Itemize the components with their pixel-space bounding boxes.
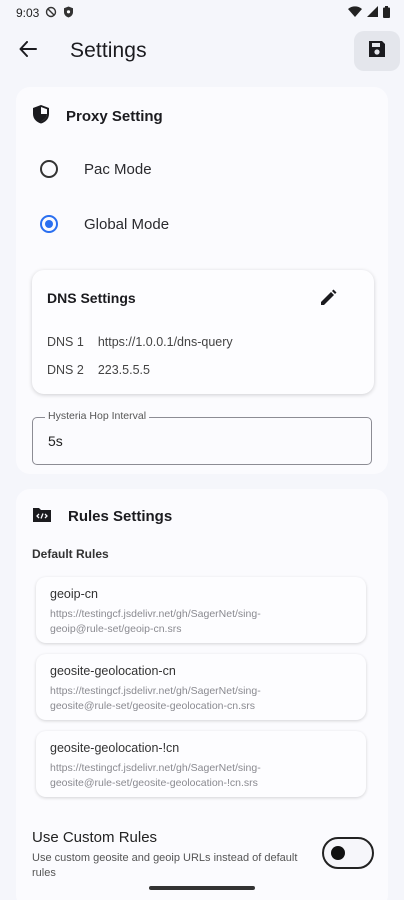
hop-interval-field[interactable]: Hysteria Hop Interval 5s (32, 410, 372, 465)
arrow-back-icon (19, 40, 37, 62)
rule-item[interactable]: geosite-geolocation-cn https://testingcf… (36, 654, 366, 720)
folder-code-icon (32, 506, 52, 527)
dns-value: 223.5.5.5 (97, 363, 150, 377)
dns-settings-card: DNS Settings DNS 1 https://1.0.0.1/dns-q… (32, 270, 374, 394)
custom-rules-title: Use Custom Rules (32, 829, 158, 846)
dns-row: DNS 1 https://1.0.0.1/dns-query (47, 335, 233, 349)
gesture-nav-handle[interactable] (149, 886, 255, 890)
dns-value: https://1.0.0.1/dns-query (97, 335, 233, 349)
custom-rules-description: Use custom geosite and geoip URLs instea… (32, 852, 298, 879)
edit-dns-button[interactable] (316, 288, 340, 312)
save-button[interactable] (354, 31, 400, 71)
rule-url: https://testingcf.jsdelivr.net/gh/SagerN… (50, 685, 261, 697)
radio-checked-icon[interactable] (40, 215, 58, 233)
page-title: Settings (70, 39, 147, 62)
back-button[interactable] (14, 37, 42, 65)
radio-pac-mode[interactable]: Pac Mode (40, 160, 152, 178)
rule-url: geosite@rule-set/geosite-geolocation-!cn… (50, 777, 258, 789)
radio-unchecked-icon[interactable] (40, 160, 58, 178)
dns-key: DNS 1 (47, 335, 84, 349)
proxy-section-title: Proxy Setting (66, 107, 163, 125)
pencil-icon (319, 289, 337, 312)
dns-row: DNS 2 223.5.5.5 (47, 363, 150, 377)
toggle-knob (331, 846, 345, 860)
default-rules-label: Default Rules (32, 547, 109, 561)
rule-name: geosite-geolocation-!cn (50, 741, 180, 755)
shield-icon (32, 104, 50, 128)
shield-status-icon (63, 6, 74, 21)
radio-global-mode[interactable]: Global Mode (40, 215, 169, 233)
dns-settings-title: DNS Settings (47, 290, 136, 306)
rule-item[interactable]: geosite-geolocation-!cn https://testingc… (36, 731, 366, 797)
app-bar: Settings (0, 28, 404, 74)
rules-settings-card: Rules Settings Default Rules geoip-cn ht… (16, 489, 388, 900)
battery-icon (383, 5, 390, 21)
rule-url: https://testingcf.jsdelivr.net/gh/SagerN… (50, 608, 261, 620)
rules-section-title: Rules Settings (68, 508, 173, 525)
rule-url: geosite@rule-set/geosite-geolocation-cn.… (50, 700, 256, 712)
hop-interval-value[interactable]: 5s (48, 433, 63, 449)
proxy-section-header: Proxy Setting (32, 104, 163, 128)
rule-name: geoip-cn (50, 587, 98, 601)
status-bar: 9:03 (0, 0, 404, 26)
rule-url: geoip@rule-set/geoip-cn.srs (50, 623, 182, 635)
proxy-settings-card: Proxy Setting Pac Mode Global Mode DNS S… (16, 87, 388, 474)
pac-mode-label: Pac Mode (84, 160, 152, 178)
custom-rules-toggle[interactable] (322, 837, 374, 869)
rule-item[interactable]: geoip-cn https://testingcf.jsdelivr.net/… (36, 577, 366, 643)
wifi-icon (348, 6, 362, 20)
rule-name: geosite-geolocation-cn (50, 664, 176, 678)
rule-url: https://testingcf.jsdelivr.net/gh/SagerN… (50, 762, 261, 774)
dns-key: DNS 2 (47, 363, 84, 377)
hop-interval-label: Hysteria Hop Interval (45, 410, 150, 422)
rules-section-header: Rules Settings (32, 506, 172, 527)
vpn-key-icon (45, 6, 57, 21)
global-mode-label: Global Mode (84, 215, 170, 233)
status-time: 9:03 (16, 6, 40, 20)
save-icon (367, 39, 387, 64)
signal-icon (367, 6, 378, 20)
